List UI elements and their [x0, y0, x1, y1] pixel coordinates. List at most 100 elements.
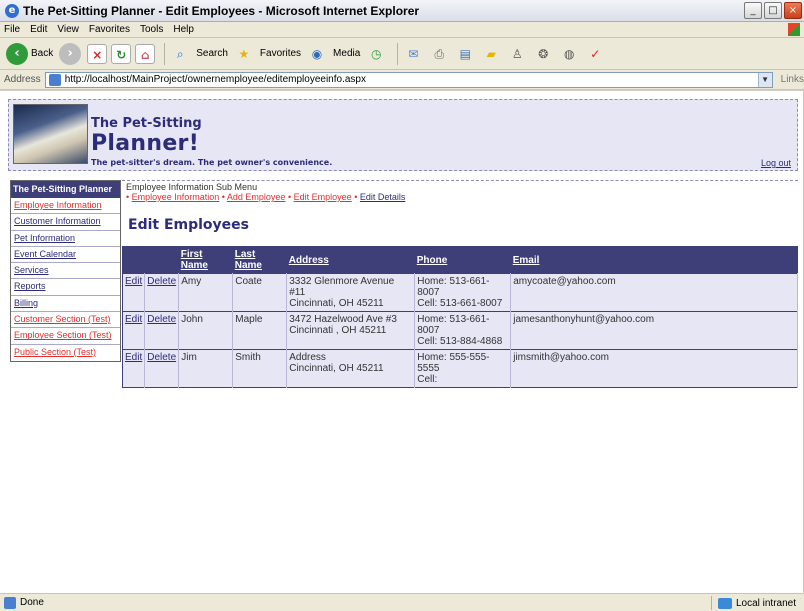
phone-cell-number: Cell: [417, 374, 438, 385]
forward-button[interactable]: › [59, 42, 82, 65]
edit-link[interactable]: Edit [122, 273, 146, 312]
sidebar-item-pet-information[interactable]: Pet Information [11, 231, 120, 247]
home-icon[interactable]: ⌂ [135, 43, 156, 64]
maximize-button[interactable]: □ [764, 2, 782, 19]
research-icon[interactable]: ◍ [559, 44, 579, 64]
submenu-edit-employee[interactable]: Edit Employee [294, 192, 352, 202]
sidebar-item-customer-information[interactable]: Customer Information [11, 214, 120, 231]
sidebar-item-event-calendar[interactable]: Event Calendar [11, 247, 120, 264]
last-name-cell: Maple [232, 311, 288, 350]
sidebar-item-services[interactable]: Services [11, 263, 120, 280]
employees-table: First Name Last Name Address Phone Email… [122, 246, 798, 388]
delete-link[interactable]: Delete [144, 349, 180, 388]
submenu-edit-details[interactable]: Edit Details [360, 192, 406, 202]
submenu-title: Employee Information Sub Menu [126, 182, 258, 192]
sidebar-title: The Pet-Sitting Planner [11, 181, 120, 198]
submenu-links: • Employee Information • Add Employee • … [126, 192, 405, 202]
back-button[interactable]: ‹ Back [6, 42, 53, 65]
phone-cell: Home: 513-661-8007 Cell: 513-884-4868 [414, 311, 512, 350]
stop-icon[interactable]: × [87, 43, 108, 64]
window-controls: _ □ × [744, 2, 802, 19]
refresh-icon[interactable]: ↻ [111, 43, 132, 64]
address-url[interactable]: http://localhost/MainProject/ownernemplo… [65, 74, 366, 85]
column-header-phone[interactable]: Phone [414, 246, 511, 274]
toolbar: ‹ Back › × ↻ ⌂ ⌕ Search ★ Favorites ◉ Me… [0, 38, 804, 70]
menu-favorites[interactable]: Favorites [89, 24, 130, 35]
site-title-line1: The Pet-Sitting [91, 116, 202, 131]
site-tagline: The pet-sitter's dream. The pet owner's … [91, 158, 333, 167]
search-icon: ⌕ [176, 46, 184, 61]
toolbar-separator [397, 42, 399, 65]
table-row: Edit Delete John Maple 3472 Hazelwood Av… [122, 311, 798, 350]
submenu-bullet: • [221, 192, 225, 202]
menu-file[interactable]: File [4, 24, 20, 35]
search-button[interactable]: ⌕ Search [170, 44, 228, 64]
address-line2: Cincinnati, OH 45211 [289, 363, 384, 374]
submenu-bullet: • [354, 192, 358, 202]
media-label: Media [333, 48, 361, 59]
delete-link[interactable]: Delete [144, 273, 180, 312]
address-input[interactable]: http://localhost/MainProject/ownernemplo… [44, 71, 773, 88]
messenger-icon[interactable]: ♙ [507, 44, 527, 64]
menu-bar: File Edit View Favorites Tools Help [0, 22, 804, 38]
address-cell: 3472 Hazelwood Ave #3 Cincinnati , OH 45… [286, 311, 416, 350]
favorites-button[interactable]: ★ Favorites [234, 44, 302, 64]
sidebar-item-employee-section-test[interactable]: Employee Section (Test) [11, 328, 120, 345]
print-icon[interactable]: ⎙ [429, 44, 449, 64]
sidebar-item-billing[interactable]: Billing [11, 296, 120, 313]
window-title: The Pet-Sitting Planner - Edit Employees… [23, 3, 420, 18]
toolbar-separator [164, 42, 166, 65]
media-icon: ◉ [311, 46, 323, 61]
column-header-first-name[interactable]: First Name [178, 246, 233, 274]
submenu-employee-information[interactable]: Employee Information [132, 192, 220, 202]
page-done-icon [4, 596, 16, 609]
page-viewport: The Pet-Sitting Planner! The pet-sitter'… [0, 91, 804, 593]
menu-help[interactable]: Help [173, 24, 194, 35]
ie-icon: e [5, 3, 19, 18]
logout-link[interactable]: Log out [761, 158, 791, 168]
search-label: Search [196, 48, 228, 59]
intranet-icon [717, 597, 732, 609]
column-header-address[interactable]: Address [286, 246, 415, 274]
table-row: Edit Delete Jim Smith Address Cincinnati… [122, 349, 798, 388]
menu-edit[interactable]: Edit [30, 24, 47, 35]
sidebar-item-employee-information[interactable]: Employee Information [11, 198, 120, 215]
page-title: Edit Employees [128, 217, 249, 233]
sidebar-item-reports[interactable]: Reports [11, 279, 120, 296]
links-button[interactable]: Links [781, 74, 804, 85]
menu-view[interactable]: View [57, 24, 79, 35]
address-line1: Address [289, 352, 326, 363]
submenu-bullet: • [126, 192, 130, 202]
menu-tools[interactable]: Tools [140, 24, 163, 35]
discuss-icon[interactable]: ❂ [533, 44, 553, 64]
windows-flag-icon [788, 23, 800, 36]
address-dropdown-icon[interactable]: ▼ [757, 72, 772, 87]
column-header-email[interactable]: Email [510, 246, 798, 274]
addon-icon[interactable]: ✓ [585, 44, 605, 64]
email-cell: amycoate@yahoo.com [510, 273, 798, 312]
phone-cell-number: Cell: 513-884-4868 [417, 336, 503, 347]
sidebar-item-public-section-test[interactable]: Public Section (Test) [11, 345, 120, 361]
sidebar-nav: The Pet-Sitting Planner Employee Informa… [10, 180, 121, 362]
edit-link[interactable]: Edit [122, 349, 146, 388]
history-icon[interactable]: ◷ [366, 44, 386, 64]
column-header-last-name[interactable]: Last Name [232, 246, 287, 274]
mail-icon[interactable]: ✉ [403, 44, 423, 64]
media-button[interactable]: ◉ Media [307, 44, 361, 64]
phone-home: Home: 513-661-8007 [417, 314, 490, 336]
first-name-cell: Jim [178, 349, 234, 388]
first-name-cell: John [178, 311, 234, 350]
table-header-row: First Name Last Name Address Phone Email [122, 246, 798, 274]
email-cell: jamesanthonyhunt@yahoo.com [510, 311, 798, 350]
submenu-add-employee[interactable]: Add Employee [227, 192, 286, 202]
address-line1: 3472 Hazelwood Ave #3 [289, 314, 397, 325]
folder-icon[interactable]: ▰ [481, 44, 501, 64]
phone-cell-number: Cell: 513-661-8007 [417, 298, 503, 309]
forward-arrow-icon: › [59, 42, 82, 65]
edit-page-icon[interactable]: ▤ [455, 44, 475, 64]
edit-link[interactable]: Edit [122, 311, 146, 350]
delete-link[interactable]: Delete [144, 311, 180, 350]
sidebar-item-customer-section-test[interactable]: Customer Section (Test) [11, 312, 120, 329]
minimize-button[interactable]: _ [744, 2, 762, 19]
close-button[interactable]: × [784, 2, 802, 19]
